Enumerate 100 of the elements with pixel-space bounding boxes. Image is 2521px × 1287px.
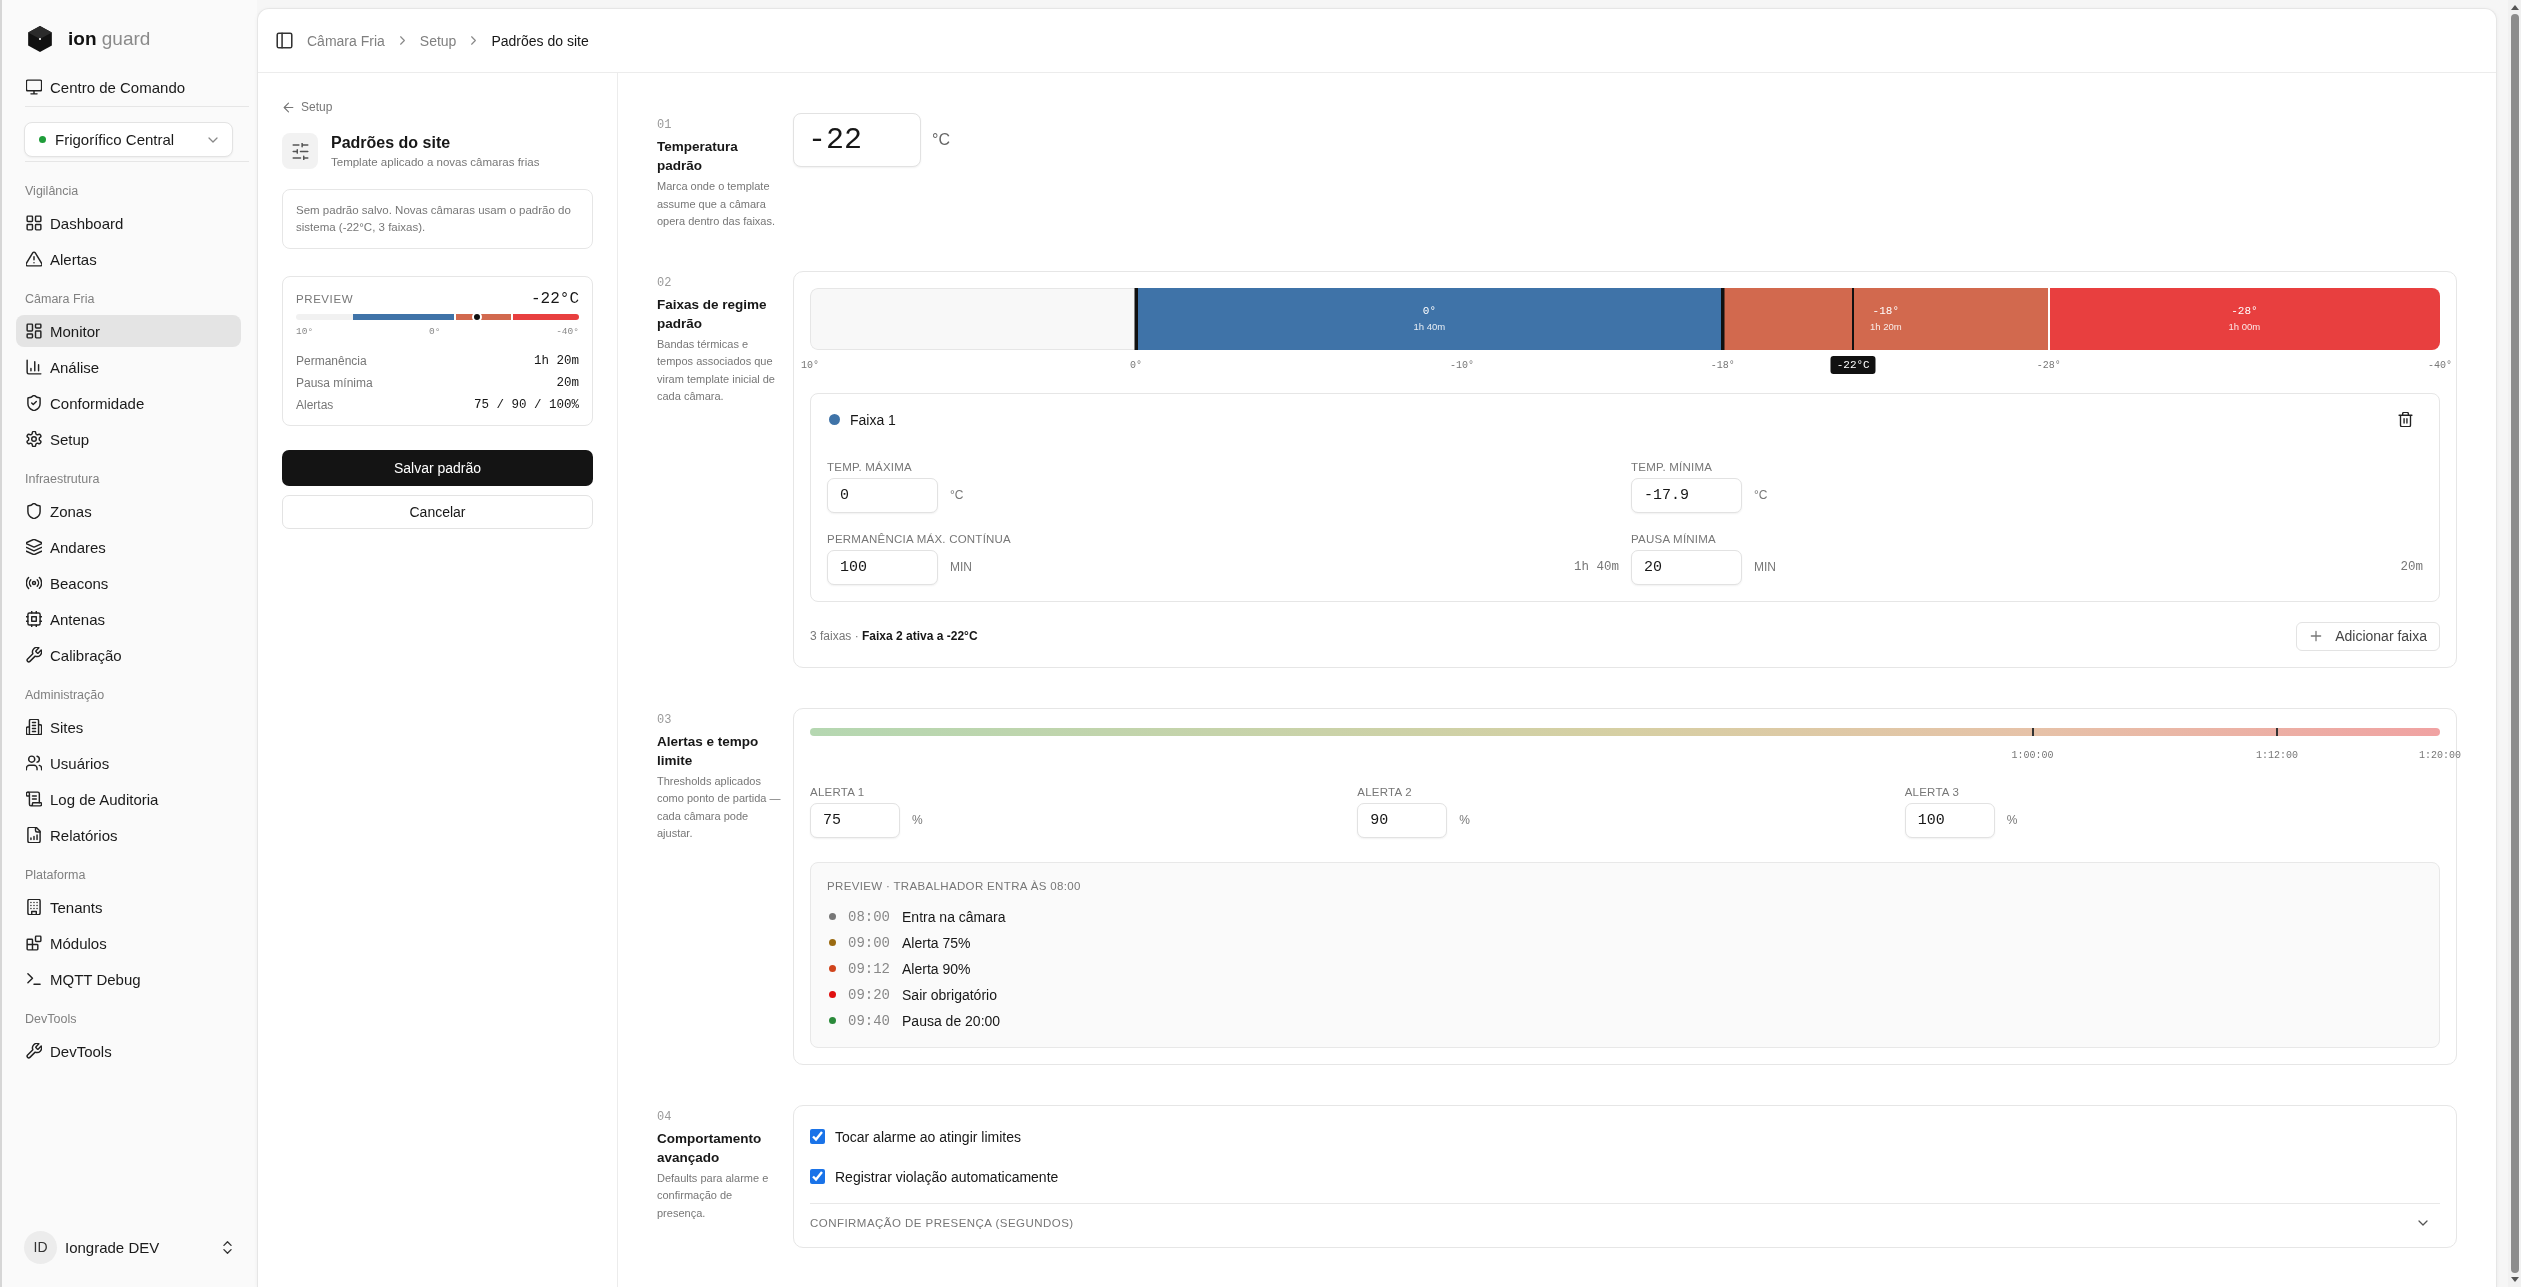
bands-summary: 3 faixas · Faixa 2 ativa a -22°C	[810, 629, 978, 643]
unit-label: °C	[932, 131, 950, 149]
unit-label: %	[912, 813, 923, 827]
nav-item[interactable]: Dashboard	[16, 207, 241, 239]
panel-subtitle: Template aplicado a novas câmaras frias	[331, 154, 540, 170]
arrow-left-icon	[282, 100, 295, 114]
radio-waves-icon	[26, 575, 42, 591]
input-field[interactable]: 20	[1631, 549, 1742, 585]
nav-item[interactable]: Relatórios	[16, 819, 241, 851]
nav-item[interactable]: Centro de Comando	[16, 71, 241, 103]
nav-item[interactable]: Sites	[16, 711, 241, 743]
band-segment[interactable]: 0° 1h 40m	[1136, 287, 1723, 350]
brand-name: ion guard	[68, 28, 151, 50]
warning-icon	[26, 251, 42, 267]
section-description: Bandas térmicas e tempos associados que viram template inicial de cada câmara.	[657, 336, 776, 404]
delete-button[interactable]	[2398, 412, 2413, 427]
unit-label: %	[2006, 813, 2018, 827]
band-boundary-handle[interactable]	[1721, 287, 1725, 350]
nav-item[interactable]: Alertas	[16, 243, 241, 275]
stat-value: 1h 20m	[534, 353, 579, 368]
field-label: TEMP. MÍNIMA	[1631, 459, 1714, 475]
nav-item[interactable]: Log de Auditoria	[16, 783, 241, 815]
scale-label: 10°	[801, 358, 819, 373]
band-boundary-handle[interactable]	[1134, 287, 1138, 350]
preview-temperature: -22°C	[531, 289, 579, 308]
band-segment[interactable]: -18° 1h 20m	[1722, 287, 2049, 350]
nav-item[interactable]: Setup	[16, 423, 241, 455]
time-label: 1:00:00	[2011, 748, 2054, 763]
option-label: Tocar alarme ao atingir limites	[835, 1128, 1021, 1145]
input-field[interactable]: 100	[1904, 802, 1995, 838]
event-label: Entra na câmara	[902, 908, 1006, 925]
tick-mark	[2031, 727, 2034, 736]
back-link[interactable]: Setup	[282, 99, 333, 115]
stat-label: Alertas	[296, 397, 334, 412]
bar-chart-icon	[26, 359, 42, 375]
chip-icon	[26, 611, 42, 627]
band-segment[interactable]: -28° 1h 00m	[2048, 287, 2440, 350]
unit-label: %	[1459, 813, 1470, 827]
nav-item[interactable]: MQTT Debug	[16, 963, 241, 995]
trash-icon	[2398, 412, 2413, 427]
nav-item[interactable]: Monitor	[16, 315, 241, 347]
scroll-icon	[26, 791, 42, 807]
checkbox[interactable]	[810, 1169, 825, 1184]
breadcrumb-link[interactable]: Câmara Fria	[307, 32, 385, 49]
layers-icon	[26, 539, 42, 555]
nav-group-label: Administração	[25, 687, 106, 703]
scale-label: -40°	[556, 324, 579, 339]
preview-label: PREVIEW	[296, 292, 354, 305]
nav-item[interactable]: Tenants	[16, 891, 241, 923]
section-number: 01	[657, 117, 673, 133]
input-field[interactable]: 0	[827, 477, 938, 513]
cancel-button[interactable]: Cancelar	[282, 494, 593, 529]
band-temperature: -18°	[1872, 304, 1899, 318]
nav-item[interactable]: Antenas	[16, 603, 241, 635]
input-field[interactable]: 100	[827, 549, 938, 585]
scrollbar[interactable]	[2508, 0, 2521, 1287]
collapsible-header[interactable]: CONFIRMAÇÃO DE PRESENÇA (SEGUNDOS)	[810, 1202, 2440, 1243]
band-boundary-handle[interactable]	[2047, 287, 2050, 350]
grid-icon	[26, 215, 42, 231]
nav-item[interactable]: DevTools	[16, 1035, 241, 1067]
nav-item[interactable]: Conformidade	[16, 387, 241, 419]
user-menu[interactable]: ID Iongrade DEV	[2, 1227, 257, 1267]
field-label: ALERTA 2	[1357, 784, 1413, 800]
input-field[interactable]: 75	[810, 802, 900, 838]
section-description: Marca onde o template assume que a câmara opera dentro das faixas.	[657, 179, 777, 229]
panel-title: Padrões do site	[331, 132, 452, 153]
monitor-icon	[26, 79, 42, 95]
nav-item[interactable]: Beacons	[16, 567, 241, 599]
scrollbar-thumb[interactable]	[2510, 14, 2519, 1273]
section-number: 02	[657, 274, 673, 291]
nav-item[interactable]: Zonas	[16, 495, 241, 527]
duration-note: 1h 40m	[1574, 560, 1619, 574]
scroll-up-icon[interactable]	[2510, 5, 2519, 10]
scale-label: -18°	[1710, 358, 1735, 373]
input-field[interactable]: -17.9	[1631, 477, 1742, 513]
section-description: Thresholds aplicados como ponto de partida — cada câmara pode ajustar.	[657, 773, 782, 841]
temperature-input[interactable]: -22	[793, 113, 921, 167]
section-title: Faixas de regime padrão	[657, 295, 768, 333]
checkbox[interactable]	[810, 1129, 825, 1144]
sidebar-toggle-icon[interactable]	[276, 32, 293, 49]
event-label: Pausa de 20:00	[902, 1012, 1001, 1029]
breadcrumb-current[interactable]: Padrões do site	[491, 32, 589, 49]
time-label: 1:20:00	[2419, 748, 2461, 763]
unit-label: °C	[1754, 488, 1768, 502]
settings-icon	[26, 431, 42, 447]
stat-value: 20m	[556, 375, 579, 390]
nav-item[interactable]: Módulos	[16, 927, 241, 959]
nav-item[interactable]: Calibração	[16, 639, 241, 671]
save-button[interactable]: Salvar padrão	[282, 449, 593, 486]
add-band-button[interactable]: Adicionar faixa	[2296, 621, 2440, 651]
input-field[interactable]: 90	[1357, 802, 1448, 838]
section-title: Comportamento avançado	[657, 1129, 763, 1167]
breadcrumb-link[interactable]: Setup	[419, 32, 457, 49]
sliders-icon	[282, 133, 318, 169]
nav-item[interactable]: Análise	[16, 351, 241, 383]
section-title: Temperatura padrão	[657, 138, 739, 175]
site-selector[interactable]: Frigorífico Central	[24, 122, 233, 157]
nav-item[interactable]: Usuários	[16, 747, 241, 779]
nav-item[interactable]: Andares	[16, 531, 241, 563]
users-icon	[26, 755, 42, 771]
